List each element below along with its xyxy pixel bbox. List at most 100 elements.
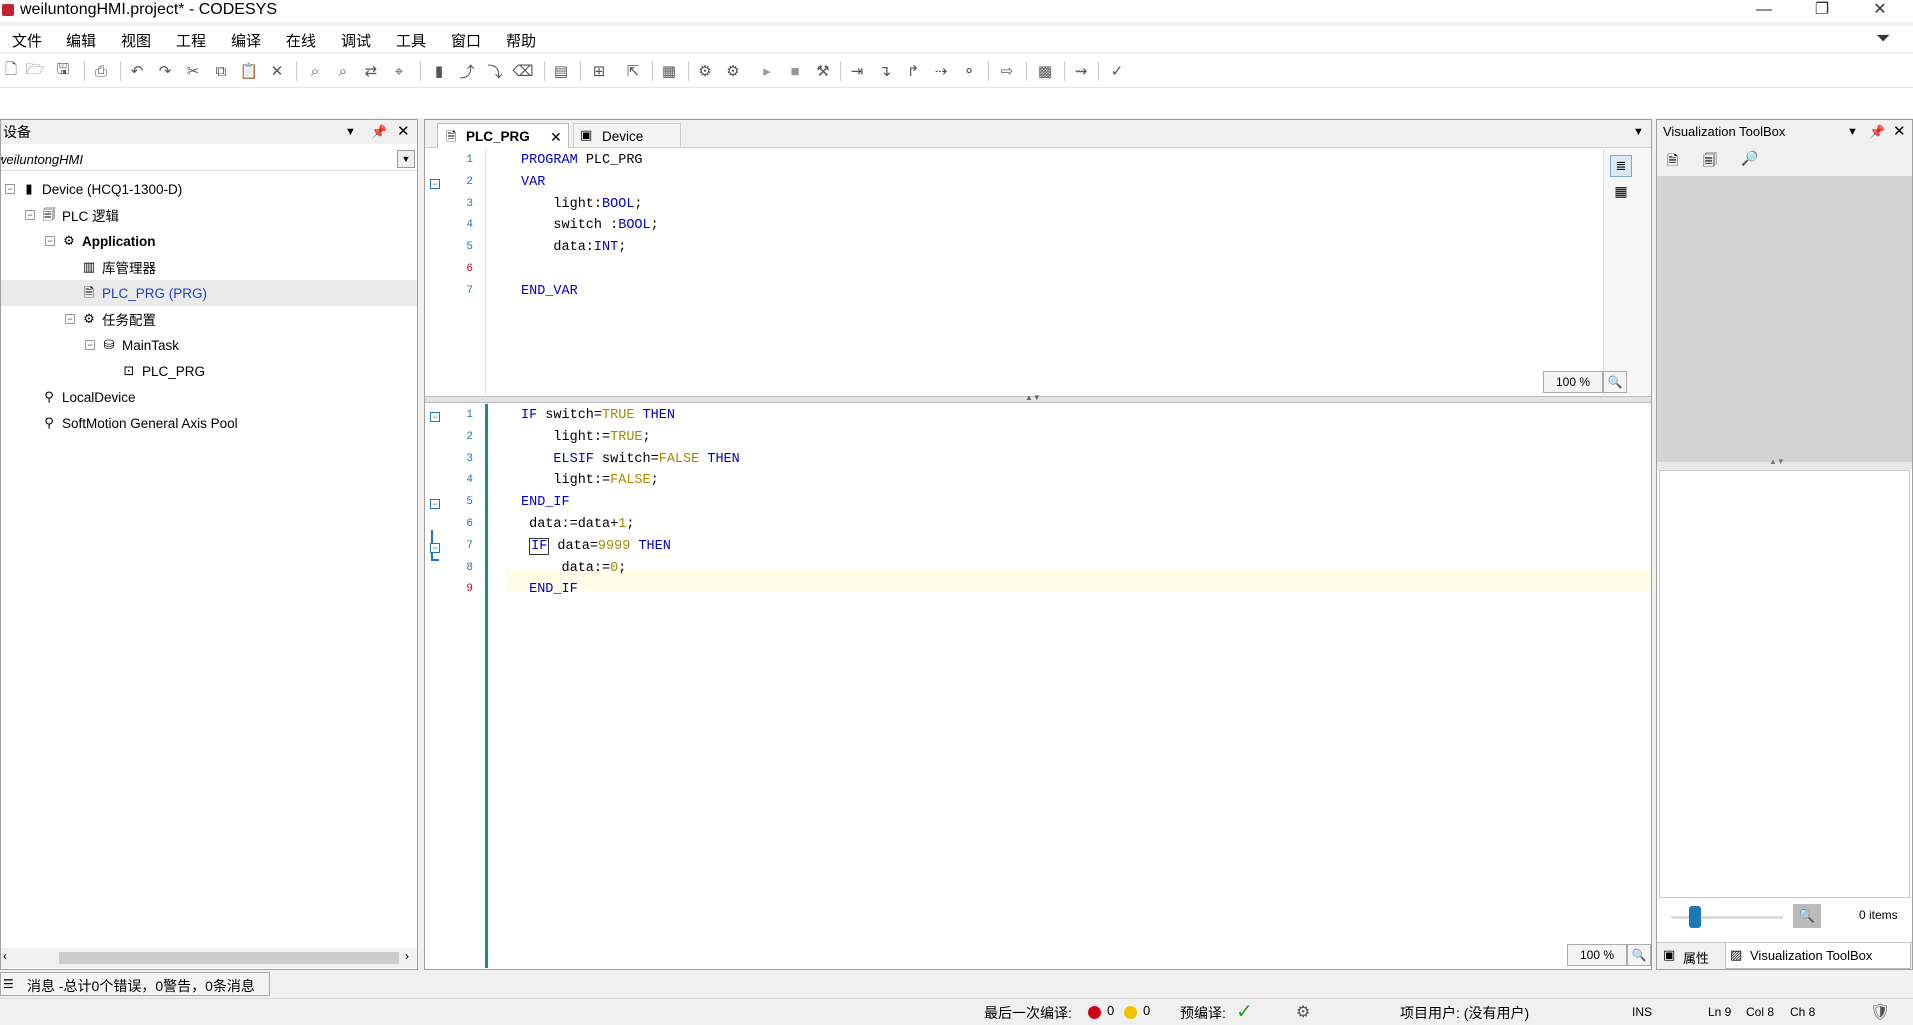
tree-item[interactable]: − ⚙ 任务配置 (1, 306, 417, 332)
toolbox-splitter[interactable]: ▲▼ (1657, 457, 1912, 470)
menu-debug[interactable]: 调试 (341, 30, 371, 51)
textual-view-icon[interactable]: ≣ (1610, 155, 1632, 177)
tree-item[interactable]: − ▮ Device (HCQ1-1300-D) (1, 176, 417, 202)
zoom-icon[interactable]: 🔍 (1603, 371, 1627, 393)
error-icon[interactable] (1088, 1006, 1101, 1019)
collapse-icon[interactable]: − (45, 236, 55, 246)
export-icon[interactable]: ⇱ (622, 60, 644, 82)
code-line[interactable]: 4 switch :BOOL; (425, 216, 1585, 238)
declaration-code[interactable]: 1 PROGRAM PLC_PRG −2 VAR 3 light:BOOL; 4 swit… (425, 151, 1585, 304)
scrollbar-thumb[interactable] (59, 952, 399, 964)
zoom-level-bottom[interactable]: 100 % (1567, 944, 1627, 966)
code-line[interactable]: 6 (425, 260, 1585, 282)
tree-item[interactable]: ⚲ SoftMotion General Axis Pool (1, 410, 417, 436)
fold-toggle-icon[interactable]: − (430, 499, 440, 510)
paste-icon[interactable]: 📋 (238, 60, 260, 82)
collapse-icon[interactable]: − (65, 314, 75, 324)
stop-icon[interactable]: ■ (784, 60, 806, 82)
tree-item[interactable]: − 🗐 PLC 逻辑 (1, 202, 417, 228)
implementation-pane[interactable]: −1 IF switch=TRUE THEN 2 light:=TRUE; 3 ELS… (425, 404, 1651, 968)
code-text[interactable]: VAR (521, 175, 545, 190)
code-line[interactable]: 6 data:=data+1; (425, 515, 1651, 537)
next-bookmark-icon[interactable]: ⤴ (456, 60, 478, 82)
code-text[interactable]: data:=data+1; (521, 517, 634, 532)
window-list-icon[interactable]: ▤ (550, 60, 572, 82)
pane-splitter[interactable]: ▲▼ (425, 393, 1651, 403)
copy-icon[interactable]: ⧉ (210, 60, 232, 82)
show-next-statement-icon[interactable]: ⇨ (996, 60, 1018, 82)
step-out-icon[interactable]: ↱ (902, 60, 924, 82)
code-text[interactable]: IF data=9999 THEN (521, 537, 671, 555)
menu-tools[interactable]: 工具 (396, 30, 426, 51)
code-line[interactable]: 5 data:INT; (425, 238, 1585, 260)
code-text[interactable]: END_VAR (521, 284, 578, 299)
declaration-pane[interactable]: 1 PROGRAM PLC_PRG −2 VAR 3 light:BOOL; 4 swit… (425, 149, 1651, 395)
pin-icon[interactable]: 📌 (1869, 120, 1885, 144)
online-status-icon[interactable]: ⚙ (1296, 1002, 1310, 1022)
print-icon[interactable]: ⎙ (90, 60, 112, 82)
code-line[interactable]: 1 PROGRAM PLC_PRG (425, 151, 1585, 173)
collapse-icon[interactable]: − (25, 210, 35, 220)
code-text[interactable]: IF switch=TRUE THEN (521, 408, 675, 423)
find-in-project-icon[interactable]: ⌖ (388, 60, 410, 82)
panel-dropdown-icon[interactable]: ▼ (345, 120, 356, 144)
tree-item[interactable]: ▥ 库管理器 (1, 254, 417, 280)
menu-online[interactable]: 在线 (286, 30, 316, 51)
close-window-button[interactable]: ✕ (1852, 0, 1908, 22)
code-text[interactable]: PROGRAM PLC_PRG (521, 153, 643, 168)
code-line[interactable]: − 2 VAR (425, 173, 1585, 195)
minimize-button[interactable]: — (1736, 0, 1792, 22)
code-text[interactable]: light:=FALSE; (521, 473, 658, 488)
code-text[interactable]: light:=TRUE; (521, 430, 650, 445)
project-selector[interactable]: weiluntongHMI ▼ (1, 149, 417, 171)
previous-bookmark-icon[interactable]: ⤵ (484, 60, 506, 82)
find-next-icon[interactable]: ⌕ (332, 60, 354, 82)
code-text[interactable]: light:BOOL; (521, 197, 642, 212)
restore-button[interactable]: ❐ (1794, 0, 1850, 22)
delete-icon[interactable]: ✕ (266, 60, 288, 82)
run-to-cursor-icon[interactable]: ⇢ (930, 60, 952, 82)
force-values-icon[interactable]: ⇝ (1070, 60, 1092, 82)
warning-icon[interactable] (1124, 1006, 1137, 1019)
magnifier-icon[interactable]: 🔍 (1793, 904, 1821, 928)
code-text[interactable]: END_IF (521, 495, 570, 510)
logout-icon[interactable]: ⚙ (722, 60, 744, 82)
build-icon[interactable]: ▦ (658, 60, 680, 82)
menu-project[interactable]: 工程 (176, 30, 206, 51)
tab-plc-prg[interactable]: 🗎 PLC_PRG ✕ (437, 123, 569, 148)
tab-list-dropdown-icon[interactable]: ▼ (1633, 126, 1644, 138)
tree-item[interactable]: 🗎 PLC_PRG (PRG) (1, 280, 417, 306)
bookmark-icon[interactable]: ▮ (428, 60, 450, 82)
save-icon[interactable]: 🖫 (52, 60, 74, 82)
replace-icon[interactable]: ⇄ (360, 60, 382, 82)
close-tab-icon[interactable]: ✕ (550, 129, 562, 146)
scroll-left-icon[interactable]: ‹ (3, 949, 7, 963)
tab-properties[interactable]: ▣ 属性 (1661, 945, 1723, 967)
code-line[interactable]: 7 END_VAR (425, 282, 1585, 304)
search-toolbox-icon[interactable]: 🔎 (1741, 150, 1758, 167)
clear-bookmarks-icon[interactable]: ⌫ (512, 60, 534, 82)
menu-window[interactable]: 窗口 (451, 30, 481, 51)
fold-toggle-icon[interactable]: − (430, 178, 440, 189)
step-into-icon[interactable]: ↴ (874, 60, 896, 82)
write-values-icon[interactable]: ▩ (1034, 60, 1056, 82)
item-size-slider-thumb[interactable] (1689, 906, 1701, 928)
close-panel-icon[interactable]: ✕ (1893, 120, 1906, 144)
open-folder-icon[interactable]: 🗁 (24, 60, 46, 82)
undo-icon[interactable]: ↶ (126, 60, 148, 82)
tabular-view-icon[interactable]: ▦ (1610, 181, 1632, 203)
tree-item[interactable]: − ⛁ MainTask (1, 332, 417, 358)
reset-icon[interactable]: ⚒ (812, 60, 834, 82)
fold-toggle-icon[interactable]: − (430, 542, 440, 553)
cut-icon[interactable]: ✂ (182, 60, 204, 82)
code-text[interactable]: switch :BOOL; (521, 218, 658, 233)
code-text[interactable]: data:INT; (521, 240, 626, 255)
tree-item[interactable]: ⚲ LocalDevice (1, 384, 417, 410)
redo-icon[interactable]: ↷ (154, 60, 176, 82)
find-icon[interactable]: ⌕ (304, 60, 326, 82)
collapse-icon[interactable]: − (85, 340, 95, 350)
tree-item[interactable]: ⊡ PLC_PRG (1, 358, 417, 384)
tree-item[interactable]: − ⚙ Application (1, 228, 417, 254)
tab-device[interactable]: ▣ Device (573, 123, 681, 147)
code-line[interactable]: − 5 END_IF (425, 493, 1651, 515)
